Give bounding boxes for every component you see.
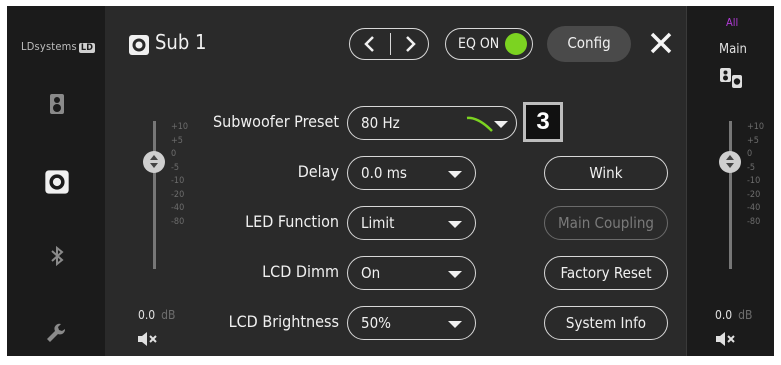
level-readout: 0.0 dB [138, 308, 176, 322]
level-fader[interactable]: +10 +5 0 -5 -10 -20 -40 -80 [143, 121, 205, 281]
wink-button[interactable]: Wink [544, 156, 668, 190]
main-mute-icon[interactable] [715, 331, 737, 347]
fader-knob[interactable] [719, 151, 741, 173]
setting-label: LCD Brightness [228, 312, 339, 331]
subwoofer-icon[interactable] [43, 168, 71, 196]
speaker-pair-icon[interactable] [45, 92, 69, 116]
bluetooth-icon[interactable] [45, 244, 69, 268]
setting-label: Subwoofer Preset [212, 112, 339, 131]
lcd-brightness-select[interactable]: 50% [347, 306, 476, 340]
brand-logo: LDsystems LD [21, 40, 96, 53]
chevron-down-icon [448, 171, 462, 178]
main-coupling-button[interactable]: Main Coupling [544, 206, 668, 240]
eq-toggle[interactable]: EQ ON [445, 28, 533, 60]
system-info-button[interactable]: System Info [544, 306, 668, 340]
delay-select[interactable]: 0.0 ms [347, 156, 476, 190]
main-level-fader[interactable]: +10 +5 0 -5 -10 -20 -40 -80 [719, 121, 774, 281]
config-button[interactable]: Config [547, 26, 631, 62]
led-function-select[interactable]: Limit [347, 206, 476, 240]
subwoofer-preset-select[interactable]: 80 Hz [347, 106, 517, 140]
next-channel-button[interactable] [390, 29, 430, 59]
setting-label: LED Function [245, 212, 339, 231]
fader-scale: +10 +5 0 -5 -10 -20 -40 -80 [171, 122, 189, 227]
fader-track [729, 121, 732, 269]
factory-reset-button[interactable]: Factory Reset [544, 256, 668, 290]
chevron-down-icon [448, 321, 462, 328]
main-level-readout: 0.0 dB [715, 308, 753, 322]
subwoofer-icon [129, 35, 149, 55]
fader-scale: +10 +5 0 -5 -10 -20 -40 -80 [747, 122, 765, 227]
eq-indicator [505, 33, 527, 55]
device-screen: LDsystems LD Sub 1 EQ ON Config All Main… [7, 6, 774, 356]
main-channel-label[interactable]: Main [719, 42, 747, 57]
main-speakers-icon[interactable] [719, 66, 743, 90]
eq-label: EQ ON [458, 36, 500, 52]
chevron-down-icon [448, 271, 462, 278]
chevron-down-icon [494, 121, 508, 128]
setting-label: LCD Dimm [262, 262, 339, 281]
chevron-down-icon [448, 221, 462, 228]
sidebar: LDsystems LD [7, 6, 105, 356]
prev-channel-button[interactable] [350, 29, 390, 59]
channel-nav [349, 28, 429, 60]
fader-track [153, 121, 156, 269]
page-title: Sub 1 [155, 30, 207, 54]
setting-label: Delay [297, 162, 339, 181]
fader-knob[interactable] [143, 151, 165, 173]
crossover-curve-icon [466, 116, 493, 132]
config-label: Config [567, 34, 611, 52]
close-icon[interactable] [646, 28, 676, 58]
step-badge: 3 [523, 102, 563, 142]
wrench-icon[interactable] [45, 322, 69, 346]
lcd-dimm-select[interactable]: On [347, 256, 476, 290]
all-channels-label[interactable]: All [726, 16, 738, 29]
mute-icon[interactable] [137, 331, 159, 347]
